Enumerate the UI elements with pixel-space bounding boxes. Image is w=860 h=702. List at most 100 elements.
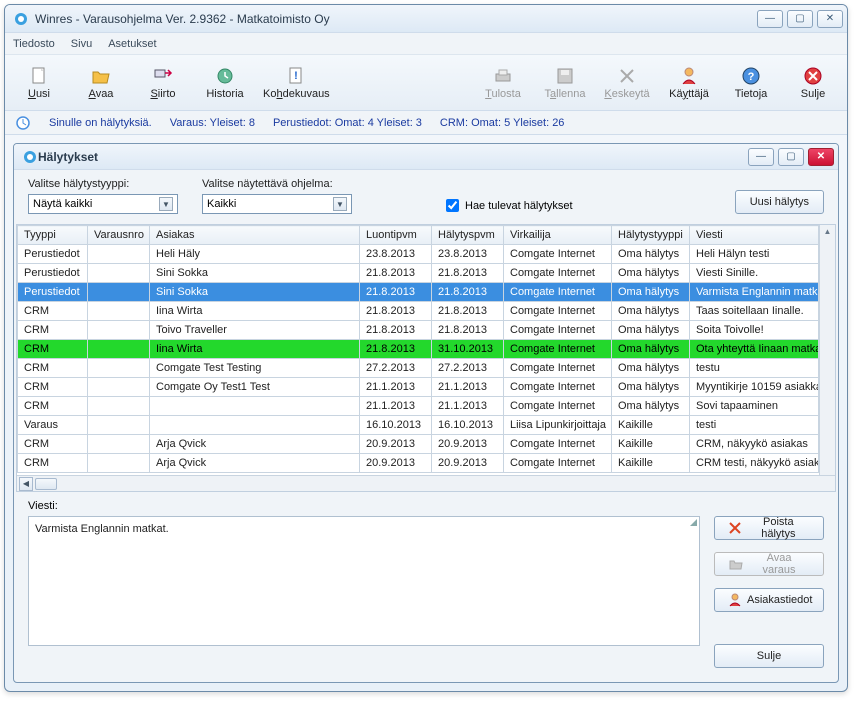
cell-luonti: 21.1.2013 (360, 397, 432, 416)
filter-prog-label: Valitse näytettävä ohjelma: (202, 178, 352, 190)
col-tyyppi[interactable]: Tyyppi (18, 226, 88, 245)
tool-sulje[interactable]: Sulje (789, 66, 837, 100)
tool-historia[interactable]: Historia (201, 66, 249, 100)
table-row[interactable]: CRMComgate Oy Test1 Test21.1.201321.1.20… (18, 378, 819, 397)
col-halytystyyppi[interactable]: Hälytystyyppi (612, 226, 690, 245)
cell-virk: Comgate Internet (504, 454, 612, 473)
col-virkailija[interactable]: Virkailija (504, 226, 612, 245)
col-halytyspvm[interactable]: Hälytyspvm (432, 226, 504, 245)
cell-viesti: Ota yhteyttä Iinaan matkan s (690, 340, 819, 359)
cancel-icon (617, 66, 637, 86)
close-dialog-button[interactable]: Sulje (714, 644, 824, 668)
cell-haly: 21.1.2013 (432, 397, 504, 416)
tool-kohdekuvaus[interactable]: ! Kohdekuvaus (263, 66, 330, 100)
filter-type-combo[interactable]: Näytä kaikki ▼ (28, 194, 178, 214)
menu-asetukset[interactable]: Asetukset (108, 38, 156, 50)
tool-tallenna[interactable]: Tallenna (541, 66, 589, 100)
cell-asiakas (150, 416, 360, 435)
table-row[interactable]: CRM21.1.201321.1.2013Comgate InternetOma… (18, 397, 819, 416)
cell-luonti: 23.8.2013 (360, 245, 432, 264)
close-button[interactable]: ✕ (817, 10, 843, 28)
cell-haly: 23.8.2013 (432, 245, 504, 264)
tool-tietoja[interactable]: ? Tietoja (727, 66, 775, 100)
history-icon (215, 66, 235, 86)
cell-asiakas: Arja Qvick (150, 454, 360, 473)
table-row[interactable]: Varaus16.10.201316.10.2013Liisa Lipunkir… (18, 416, 819, 435)
cell-asiakas: Iina Wirta (150, 340, 360, 359)
table-row[interactable]: CRMIina Wirta21.8.201331.10.2013Comgate … (18, 340, 819, 359)
tool-uusi[interactable]: Uusi (15, 66, 63, 100)
cell-virk: Comgate Internet (504, 321, 612, 340)
cell-tyyppi: CRM (18, 340, 88, 359)
transfer-icon (153, 66, 173, 86)
inner-close-button[interactable]: ✕ (808, 148, 834, 166)
filter-prog-combo[interactable]: Kaikki ▼ (202, 194, 352, 214)
col-luontipvm[interactable]: Luontipvm (360, 226, 432, 245)
filters-row: Valitse hälytystyyppi: Näytä kaikki ▼ Va… (14, 170, 838, 224)
status-varaus[interactable]: Varaus: Yleiset: 8 (170, 117, 255, 129)
menu-sivu[interactable]: Sivu (71, 38, 92, 50)
cell-varausnro (88, 264, 150, 283)
table-row[interactable]: CRMComgate Test Testing27.2.201327.2.201… (18, 359, 819, 378)
cell-luonti: 21.8.2013 (360, 283, 432, 302)
svg-text:?: ? (748, 71, 755, 83)
viesti-textbox[interactable]: Varmista Englannin matkat. (28, 516, 700, 646)
main-window: Winres - Varausohjelma Ver. 2.9362 - Mat… (4, 4, 848, 692)
inner-maximize-button[interactable]: ▢ (778, 148, 804, 166)
status-bar: Sinulle on hälytyksiä. Varaus: Yleiset: … (5, 111, 847, 135)
cell-htyyp: Kaikille (612, 435, 690, 454)
status-perustiedot[interactable]: Perustiedot: Omat: 4 Yleiset: 3 (273, 117, 422, 129)
tool-avaa[interactable]: Avaa (77, 66, 125, 100)
horizontal-scrollbar[interactable]: ◀ (17, 475, 835, 491)
cell-viesti: testi (690, 416, 819, 435)
cell-htyyp: Oma hälytys (612, 245, 690, 264)
cell-virk: Comgate Internet (504, 264, 612, 283)
col-viesti[interactable]: Viesti (690, 226, 819, 245)
cell-htyyp: Kaikille (612, 454, 690, 473)
tool-keskeyta[interactable]: Keskeytä (603, 66, 651, 100)
inner-minimize-button[interactable]: — (748, 148, 774, 166)
cell-tyyppi: Perustiedot (18, 283, 88, 302)
table-row[interactable]: CRMArja Qvick20.9.201320.9.2013Comgate I… (18, 435, 819, 454)
cell-varausnro (88, 340, 150, 359)
open-booking-button[interactable]: Avaa varaus (714, 552, 824, 576)
scroll-left-icon[interactable]: ◀ (19, 477, 33, 491)
cell-luonti: 16.10.2013 (360, 416, 432, 435)
customer-info-button[interactable]: Asiakastiedot (714, 588, 824, 612)
table-row[interactable]: PerustiedotHeli Häly23.8.201323.8.2013Co… (18, 245, 819, 264)
detail-panel: Viesti: Varmista Englannin matkat. Poist… (14, 492, 838, 682)
delete-alert-button[interactable]: Poista hälytys (714, 516, 824, 540)
delete-icon (729, 521, 742, 535)
table-row[interactable]: CRMIina Wirta21.8.201321.8.2013Comgate I… (18, 302, 819, 321)
fetch-upcoming-checkbox[interactable] (446, 199, 459, 212)
table-row[interactable]: PerustiedotSini Sokka21.8.201321.8.2013C… (18, 264, 819, 283)
scroll-thumb[interactable] (35, 478, 57, 490)
cell-haly: 20.9.2013 (432, 435, 504, 454)
vertical-scrollbar[interactable]: ▲ (819, 225, 835, 475)
minimize-button[interactable]: — (757, 10, 783, 28)
alerts-table: Tyyppi Varausnro Asiakas Luontipvm Hälyt… (17, 225, 819, 473)
user-icon (679, 66, 699, 86)
table-row[interactable]: CRMToivo Traveller21.8.201321.8.2013Comg… (18, 321, 819, 340)
cell-asiakas: Heli Häly (150, 245, 360, 264)
col-varausnro[interactable]: Varausnro (88, 226, 150, 245)
cell-htyyp: Oma hälytys (612, 283, 690, 302)
tool-tulosta[interactable]: Tulosta (479, 66, 527, 100)
maximize-button[interactable]: ▢ (787, 10, 813, 28)
cell-varausnro (88, 454, 150, 473)
cell-luonti: 21.8.2013 (360, 264, 432, 283)
status-crm[interactable]: CRM: Omat: 5 Yleiset: 26 (440, 117, 565, 129)
table-row[interactable]: PerustiedotSini Sokka21.8.201321.8.2013C… (18, 283, 819, 302)
table-row[interactable]: CRMArja Qvick20.9.201320.9.2013Comgate I… (18, 454, 819, 473)
menu-tiedosto[interactable]: Tiedosto (13, 38, 55, 50)
cell-htyyp: Oma hälytys (612, 340, 690, 359)
print-icon (493, 66, 513, 86)
tool-siirto[interactable]: Siirto (139, 66, 187, 100)
cell-viesti: testu (690, 359, 819, 378)
col-asiakas[interactable]: Asiakas (150, 226, 360, 245)
cell-luonti: 20.9.2013 (360, 435, 432, 454)
tool-kayttaja[interactable]: Käyttäjä (665, 66, 713, 100)
cell-virk: Comgate Internet (504, 340, 612, 359)
cell-viesti: Varmista Englannin matkat. (690, 283, 819, 302)
new-alert-button[interactable]: Uusi hälytys (735, 190, 824, 214)
